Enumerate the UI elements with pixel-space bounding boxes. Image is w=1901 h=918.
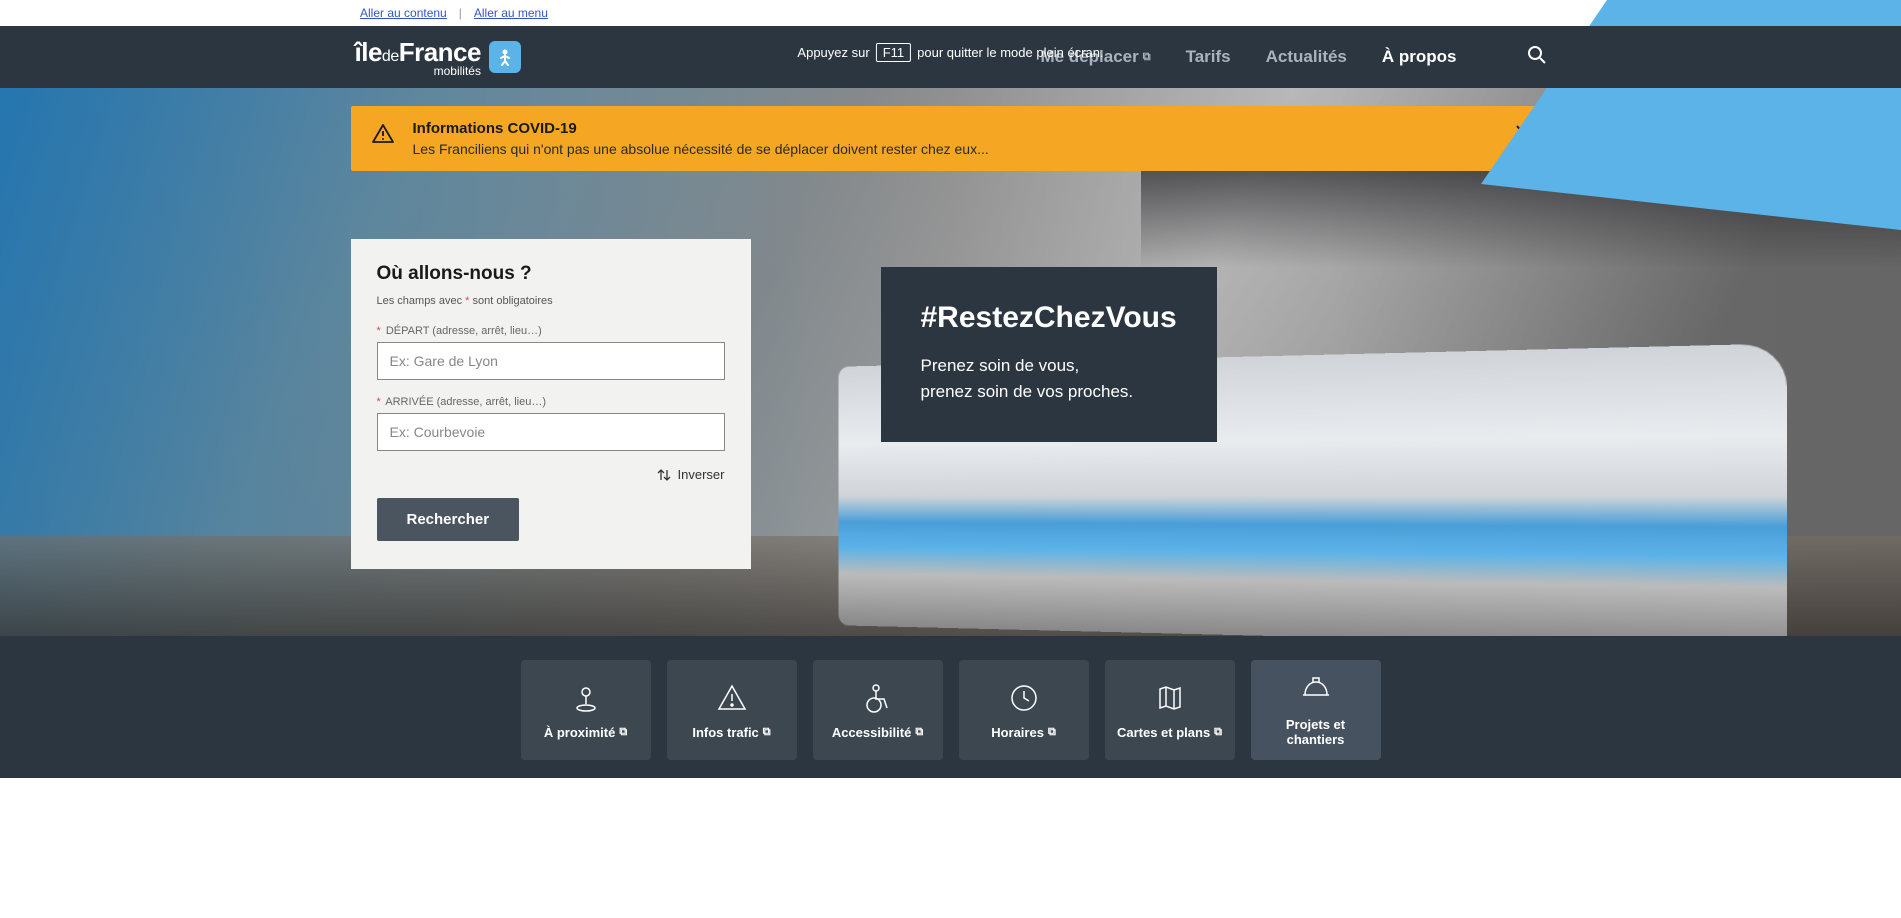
fullscreen-key: F11	[876, 43, 911, 62]
tile-label: Accessibilité	[832, 725, 912, 740]
search-button[interactable]	[1527, 45, 1547, 70]
tile-label: À proximité	[544, 725, 616, 740]
arrivee-label: * ARRIVÉE (adresse, arrêt, lieu…)	[377, 396, 725, 408]
tile-infos-trafic[interactable]: Infos trafic ⧉	[667, 660, 797, 760]
hero-message-title: #RestezChezVous	[921, 301, 1177, 335]
alert-body: Informations COVID-19 Les Franciliens qu…	[413, 120, 1495, 157]
skip-to-menu[interactable]: Aller au menu	[474, 6, 548, 20]
map-icon	[1153, 681, 1187, 715]
swap-icon	[656, 468, 672, 482]
hero-msg-line1: Prenez soin de vous,	[921, 353, 1177, 379]
depart-label-text: DÉPART (adresse, arrêt, lieu…)	[386, 325, 542, 337]
tile-label: Cartes et plans	[1117, 725, 1210, 740]
tile-horaires[interactable]: Horaires ⧉	[959, 660, 1089, 760]
required-note: Les champs avec * sont obligatoires	[377, 295, 725, 307]
tile-cartes-plans[interactable]: Cartes et plans ⧉	[1105, 660, 1235, 760]
nav-actualites[interactable]: Actualités	[1266, 47, 1347, 67]
external-link-icon: ⧉	[1214, 726, 1222, 739]
logo-badge-icon	[489, 41, 521, 73]
hardhat-icon	[1299, 673, 1333, 707]
alert-title: Informations COVID-19	[413, 120, 1495, 137]
external-link-icon: ⧉	[763, 726, 771, 739]
hero-message: #RestezChezVous Prenez soin de vous, pre…	[881, 267, 1217, 442]
tile-label: Projets et chantiers	[1259, 717, 1373, 747]
logo-text: îledeFrance	[355, 37, 481, 68]
depart-label: * DÉPART (adresse, arrêt, lieu…)	[377, 325, 725, 337]
skip-to-content[interactable]: Aller au contenu	[360, 6, 447, 20]
location-pin-icon	[569, 681, 603, 715]
tile-proximite[interactable]: À proximité⧉	[521, 660, 651, 760]
tile-label: Horaires	[991, 725, 1044, 740]
external-link-icon: ⧉	[915, 726, 923, 739]
hero-msg-line2: prenez soin de vos proches.	[921, 379, 1177, 405]
journey-search-panel: Où allons-nous ? Les champs avec * sont …	[351, 239, 751, 569]
external-link-icon: ⧉	[1048, 726, 1056, 739]
alert-text: Les Franciliens qui n'ont pas une absolu…	[413, 141, 1495, 157]
external-link-icon: ⧉	[619, 726, 627, 739]
search-title: Où allons-nous ?	[377, 263, 725, 285]
tile-accessibilite[interactable]: Accessibilité⧉	[813, 660, 943, 760]
logo[interactable]: îledeFrance mobilités	[355, 37, 521, 78]
inverse-button[interactable]: Inverser	[377, 467, 725, 482]
warning-icon	[715, 681, 749, 715]
depart-input[interactable]	[377, 342, 725, 380]
wheelchair-icon	[861, 681, 895, 715]
clock-icon	[1007, 681, 1041, 715]
nav-tarifs[interactable]: Tarifs	[1186, 47, 1231, 67]
covid-alert[interactable]: Informations COVID-19 Les Franciliens qu…	[351, 106, 1551, 171]
inverse-label: Inverser	[678, 467, 725, 482]
main-nav: Me déplacer ⧉ Tarifs Actualités À propos	[1040, 45, 1546, 70]
fullscreen-notice: Appuyez sur F11 pour quitter le mode ple…	[797, 43, 1103, 62]
fullscreen-post: pour quitter le mode plein écran.	[917, 45, 1103, 60]
fullscreen-pre: Appuyez sur	[797, 45, 869, 60]
hero-message-sub: Prenez soin de vous, prenez soin de vos …	[921, 353, 1177, 404]
warning-icon	[371, 122, 395, 151]
req-post: sont obligatoires	[469, 295, 552, 307]
nav-a-propos[interactable]: À propos	[1382, 47, 1457, 67]
search-submit-button[interactable]: Rechercher	[377, 498, 520, 541]
arrivee-label-text: ARRIVÉE (adresse, arrêt, lieu…)	[385, 396, 546, 408]
req-pre: Les champs avec	[377, 295, 466, 307]
separator: |	[459, 6, 462, 20]
tile-projets-chantiers[interactable]: Projets et chantiers	[1251, 660, 1381, 760]
arrivee-input[interactable]	[377, 413, 725, 451]
quick-access-section: À proximité⧉ Infos trafic⧉ Accessibilité…	[0, 636, 1901, 778]
external-link-icon: ⧉	[1143, 51, 1151, 64]
tile-label: Infos trafic	[692, 725, 758, 740]
search-icon	[1527, 45, 1547, 65]
